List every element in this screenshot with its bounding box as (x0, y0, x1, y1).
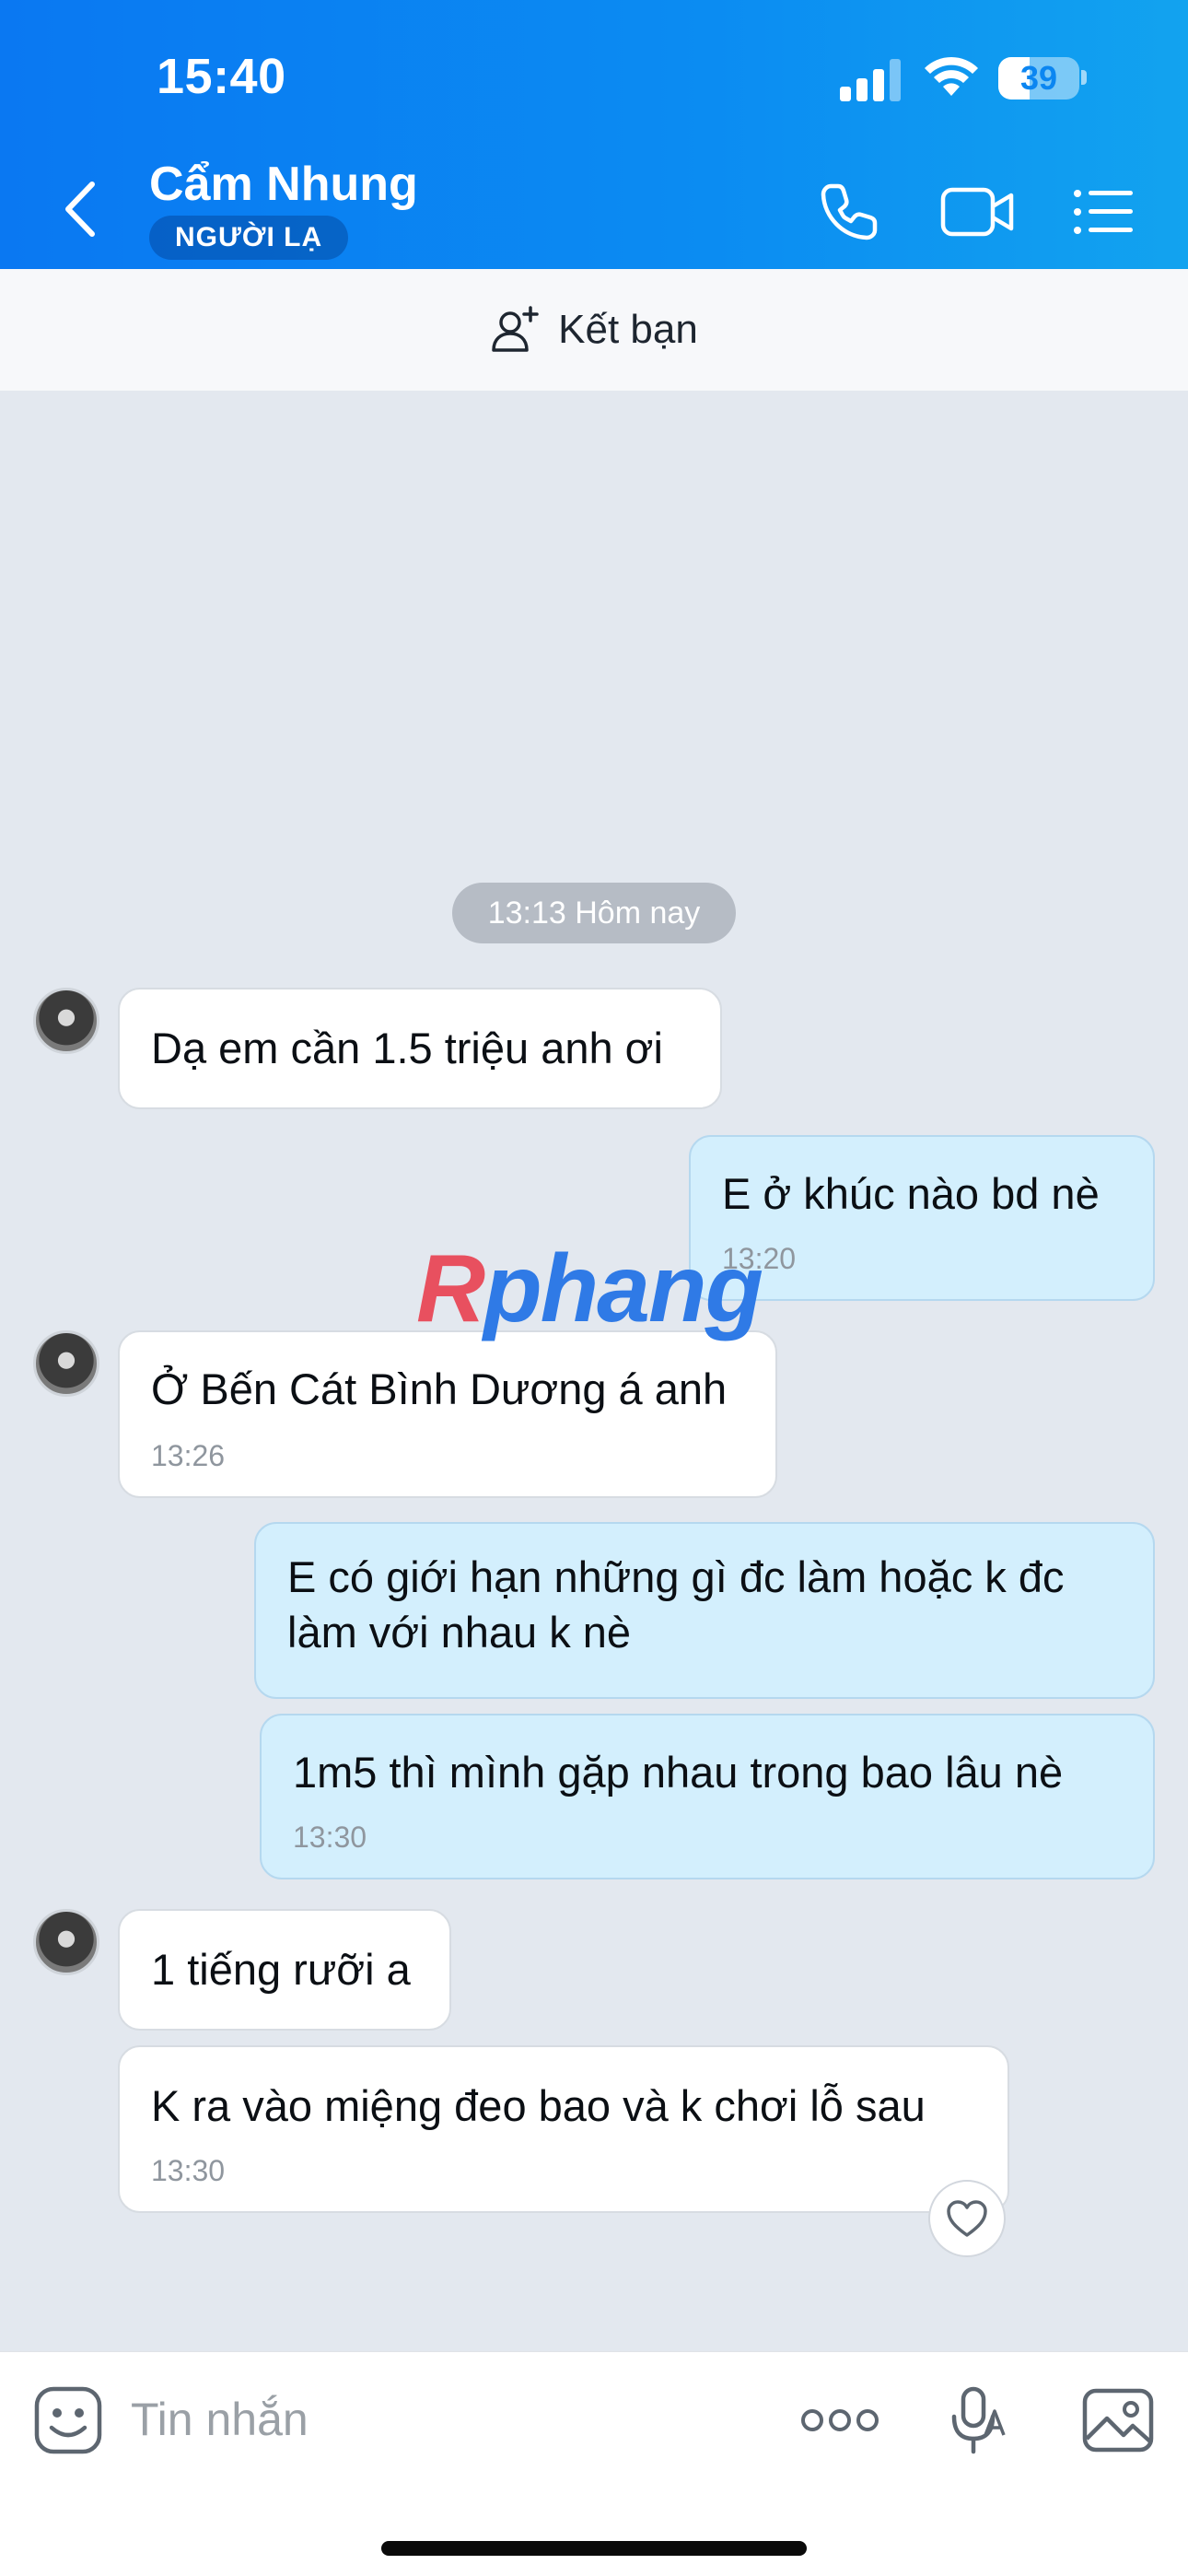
message-text: Dạ em cần 1.5 triệu anh ơi (151, 1024, 663, 1072)
cellular-signal-icon (840, 59, 901, 101)
message-time: 13:30 (151, 2154, 226, 2187)
add-friend-bar[interactable]: Kết bạn (0, 269, 1188, 391)
battery-indicator: 39 (998, 55, 1087, 101)
contact-avatar[interactable] (33, 988, 99, 1054)
message-time: 13:26 (151, 1439, 226, 1472)
video-camera-icon[interactable] (939, 177, 1017, 247)
contact-name[interactable]: Cẩm Nhung (149, 157, 418, 212)
sticker-face-icon[interactable] (31, 2383, 105, 2457)
image-icon[interactable] (1079, 2383, 1157, 2457)
stranger-badge: NGƯỜI LẠ (149, 216, 349, 260)
message-text: E ở khúc nào bd nè (722, 1169, 1100, 1218)
message-text-line-1: E có giới hạn những gì đc làm hoặc k đc (287, 1552, 1065, 1601)
contact-avatar[interactable] (33, 1330, 99, 1397)
react-button[interactable] (928, 2180, 1006, 2257)
message-input[interactable]: Tin nhắn (131, 2393, 309, 2446)
incoming-message-bubble[interactable]: Dạ em cần 1.5 triệu anh ơi (118, 988, 722, 1109)
contact-avatar[interactable] (33, 1909, 99, 1975)
battery-body: 39 (998, 57, 1079, 100)
message-text-line-2: làm với nhau k nè (287, 1608, 632, 1657)
more-dots-icon[interactable] (798, 2383, 882, 2457)
outgoing-message-bubble[interactable]: E có giới hạn những gì đc làm hoặc k đc … (254, 1522, 1155, 1699)
message-text: 1 tiếng rưỡi a (151, 1945, 411, 1994)
message-text: K ra vào miệng đeo bao và k chơi lỗ sau (151, 2081, 926, 2130)
battery-cap (1081, 70, 1087, 85)
microphone-icon[interactable] (939, 2383, 1013, 2457)
battery-percentage: 39 (1019, 59, 1058, 97)
outgoing-message-bubble[interactable]: 1m5 thì mình gặp nhau trong bao lâu nè 1… (260, 1714, 1155, 1879)
incoming-message-bubble[interactable]: Ở Bến Cát Bình Dương á anh 13:26 (118, 1330, 777, 1498)
chat-header: 15:40 39 Cẩm Nhung NGƯỜI LẠ (0, 0, 1188, 269)
phone-icon[interactable] (814, 177, 884, 247)
message-time: 13:30 (293, 1821, 367, 1854)
incoming-message-bubble[interactable]: 1 tiếng rưỡi a (118, 1909, 451, 2031)
home-indicator (381, 2541, 807, 2556)
add-friend-label: Kết bạn (558, 307, 698, 352)
status-time: 15:40 (157, 49, 286, 104)
message-text: Ở Bến Cát Bình Dương á anh (151, 1364, 728, 1413)
add-friend-button[interactable]: Kết bạn (490, 304, 698, 356)
watermark-logo: Rphang (416, 1235, 763, 1342)
date-separator: 13:13 Hôm nay (452, 883, 736, 943)
add-person-icon (492, 306, 539, 352)
message-text: 1m5 thì mình gặp nhau trong bao lâu nè (293, 1748, 1064, 1797)
heart-icon (947, 2200, 987, 2237)
list-menu-icon[interactable] (1072, 177, 1136, 247)
wifi-icon (925, 56, 978, 96)
incoming-message-bubble[interactable]: K ra vào miệng đeo bao và k chơi lỗ sau … (118, 2045, 1009, 2213)
chevron-left-icon[interactable] (55, 177, 111, 241)
